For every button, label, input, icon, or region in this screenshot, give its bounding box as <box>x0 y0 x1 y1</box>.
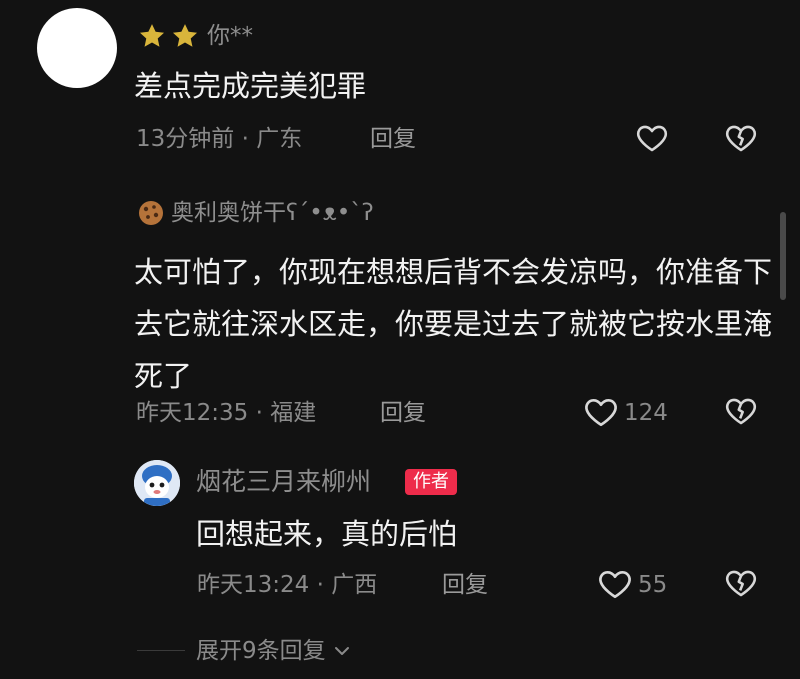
comment-text: 太可怕了，你现在想想后背不会发凉吗，你准备下去它就往深水区走，你要是过去了就被它… <box>134 255 773 393</box>
reply-time-location: 昨天13:24 · 广西 <box>197 572 378 598</box>
dislike-button[interactable] <box>724 566 758 604</box>
comment-username[interactable]: 你** <box>207 22 253 50</box>
heart-icon <box>599 570 631 599</box>
reply-username[interactable]: 烟花三月来柳州 <box>196 466 371 498</box>
like-count: 124 <box>624 400 668 426</box>
like-button[interactable] <box>597 566 633 606</box>
reply-button[interactable]: 回复 <box>370 124 416 154</box>
expand-replies-button[interactable]: 展开9条回复 <box>196 636 352 666</box>
avatar[interactable] <box>134 460 180 506</box>
star-icon <box>172 24 198 47</box>
rating-stars <box>137 22 200 50</box>
reply-button[interactable]: 回复 <box>442 570 488 600</box>
heart-icon <box>585 398 617 427</box>
comment-username[interactable]: 奥利奥饼干ʕ´•ᴥ•`ʔ <box>171 199 374 227</box>
broken-heart-icon <box>725 570 757 597</box>
comment-time-location: 13分钟前 · 广东 <box>136 126 303 152</box>
reply-button[interactable]: 回复 <box>380 398 426 428</box>
star-icon <box>139 24 165 47</box>
like-button[interactable] <box>583 394 619 434</box>
divider <box>137 650 185 651</box>
broken-heart-icon <box>725 398 757 425</box>
reply-text: 回想起来，真的后怕 <box>196 517 458 551</box>
dislike-button[interactable] <box>724 121 758 159</box>
comment-time-location: 昨天12:35 · 福建 <box>136 400 317 426</box>
like-count: 55 <box>638 572 668 598</box>
author-badge: 作者 <box>405 469 457 495</box>
avatar[interactable] <box>37 8 117 88</box>
like-button[interactable] <box>635 121 669 159</box>
scrollbar[interactable] <box>780 212 786 300</box>
heart-icon <box>636 125 668 152</box>
dislike-button[interactable] <box>724 394 758 432</box>
cookie-icon <box>137 199 165 227</box>
chevron-down-icon <box>334 647 349 655</box>
comment-text: 差点完成完美犯罪 <box>134 69 367 103</box>
expand-replies-label: 展开9条回复 <box>196 638 326 664</box>
broken-heart-icon <box>725 125 757 152</box>
